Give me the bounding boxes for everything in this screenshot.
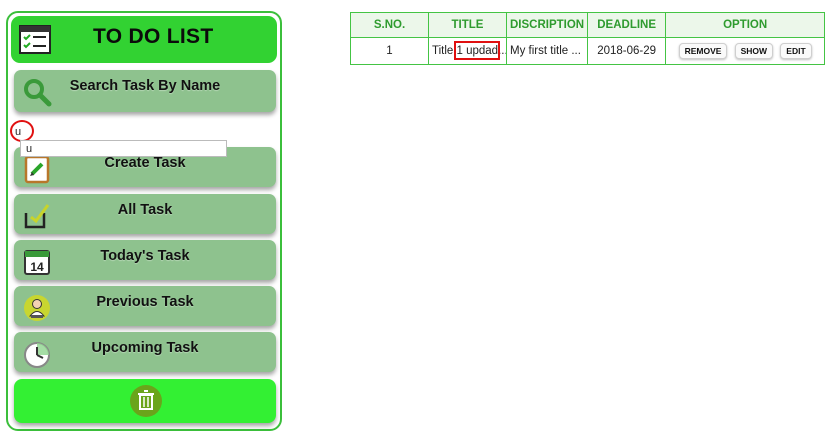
edit-button[interactable]: EDIT — [780, 43, 812, 59]
trash-icon — [130, 385, 162, 417]
todays-task-label: Today's Task — [100, 248, 190, 264]
table-row: 1 Title 1 updad... My first title ... 20… — [350, 37, 826, 65]
header-title: TITLE — [428, 12, 507, 38]
previous-task-label: Previous Task — [96, 294, 194, 310]
sidebar-item-todays-task[interactable]: 14 Today's Task — [14, 240, 276, 280]
all-task-label: All Task — [117, 202, 173, 218]
header-option: OPTION — [665, 12, 826, 38]
cell-description: My first title ... — [505, 37, 589, 65]
search-suggestion[interactable]: u — [20, 140, 227, 157]
table-header-row: S.NO. TITLE DISCRIPTION DEADLINE OPTION — [350, 12, 826, 38]
tasks-table: S.NO. TITLE DISCRIPTION DEADLINE OPTION … — [350, 12, 826, 65]
todo-list-icon — [19, 25, 51, 54]
remove-button[interactable]: REMOVE — [678, 43, 728, 59]
title-highlight-box — [454, 41, 500, 60]
cell-title: Title 1 updad... — [428, 37, 507, 65]
header-sno: S.NO. — [350, 12, 429, 38]
delete-all-button[interactable] — [14, 379, 276, 423]
cell-options: REMOVE SHOW EDIT — [665, 37, 826, 65]
search-highlight-ring — [10, 120, 34, 142]
search-task-button[interactable]: Search Task By Name — [14, 70, 276, 112]
show-button[interactable]: SHOW — [734, 43, 774, 59]
sidebar-item-previous-task[interactable]: Previous Task — [14, 286, 276, 326]
cell-sno: 1 — [350, 37, 429, 65]
search-task-label: Search Task By Name — [69, 78, 221, 94]
header-deadline: DEADLINE — [587, 12, 667, 38]
create-task-label: Create Task — [104, 155, 186, 171]
app-title: TO DO LIST — [93, 25, 214, 48]
cell-deadline: 2018-06-29 — [587, 37, 667, 65]
sidebar-item-upcoming-task[interactable]: Upcoming Task — [14, 332, 276, 372]
sidebar: TO DO LIST Search Task By Name u Create … — [6, 11, 282, 431]
sidebar-item-all-task[interactable]: All Task — [14, 194, 276, 234]
header-description: DISCRIPTION — [505, 12, 589, 38]
app-header: TO DO LIST — [11, 16, 277, 63]
upcoming-task-label: Upcoming Task — [91, 340, 199, 356]
